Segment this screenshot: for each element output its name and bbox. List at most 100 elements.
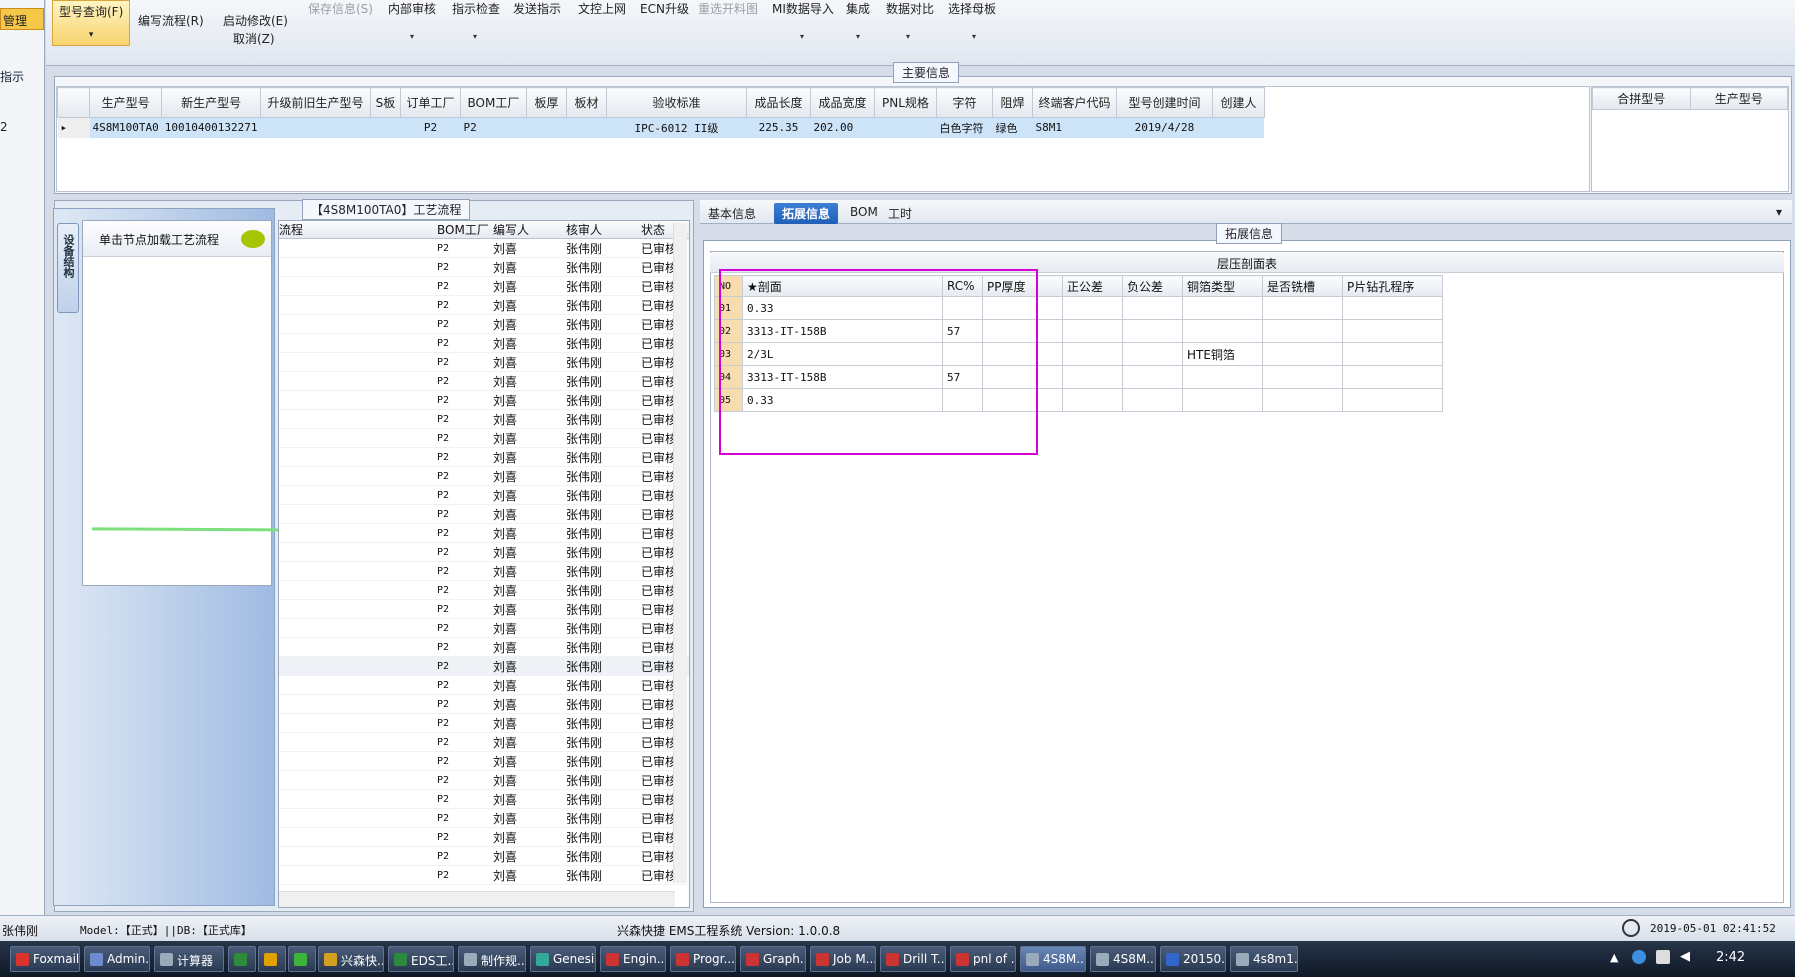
col-merge-model[interactable]: 合拼型号 <box>1592 87 1691 110</box>
lam-col-copper-type[interactable]: 铜箔类型 <box>1182 275 1263 297</box>
taskbar-item[interactable]: pnl of ... <box>950 946 1016 972</box>
lam-cell[interactable] <box>1122 365 1183 389</box>
internal-review-dropdown-icon[interactable]: ▾ <box>410 32 414 41</box>
tree-col-status[interactable]: 状态 <box>641 221 676 238</box>
tree-row[interactable]: 去毛刺P2刘喜张伟刚已审核 <box>279 809 689 828</box>
model-query-button[interactable]: 型号查询(F) ▾ <box>52 0 131 46</box>
tree-row[interactable]: 内层前处理P2刘喜张伟刚已审核 <box>279 391 689 410</box>
taskbar-item[interactable]: Job M... <box>810 946 876 972</box>
col-board-material[interactable]: 板材 <box>565 87 607 118</box>
lam-cell[interactable] <box>1182 319 1263 343</box>
instruction-check-dropdown-icon[interactable]: ▾ <box>473 32 477 41</box>
left-nav-item-instruction[interactable]: 指示 <box>0 68 24 85</box>
tree-col-reviewer[interactable]: 核审人 <box>566 221 641 238</box>
tab-work-hours[interactable]: 工时 <box>880 203 920 224</box>
col-acceptance-standard[interactable]: 验收标准 <box>605 87 747 118</box>
tree-row[interactable]: 退膜P2刘喜张伟刚已审核 <box>279 486 689 505</box>
tree-col-bom[interactable]: BOM工厂 <box>437 221 493 238</box>
tree-vertical-scrollbar[interactable] <box>673 223 687 883</box>
cell[interactable]: S8M1 <box>1032 117 1117 138</box>
mi-import-button[interactable]: MI数据导入 <box>772 0 834 17</box>
tree-row[interactable]: 棕化P2刘喜张伟刚已审核 <box>279 581 689 600</box>
col-finished-width[interactable]: 成品宽度 <box>809 87 875 118</box>
data-compare-dropdown-icon[interactable]: ▾ <box>906 32 910 41</box>
tree-row[interactable]: 开料P2刘喜张伟刚已审核 <box>279 277 689 296</box>
taskbar-item[interactable]: 4s8m1... <box>1230 946 1298 972</box>
taskbar-item[interactable]: 4S8M... <box>1090 946 1156 972</box>
cell[interactable]: 202.00 <box>810 117 875 138</box>
lam-cell[interactable] <box>1062 365 1123 389</box>
cell[interactable] <box>1212 117 1265 138</box>
col-old-production-model[interactable]: 升级前旧生产型号 <box>259 87 371 118</box>
edit-flow-button[interactable]: 编写流程(R) <box>138 12 204 29</box>
tree-col-flow[interactable]: 流程 <box>279 221 437 238</box>
taskbar-item[interactable]: 4S8M... <box>1020 946 1086 972</box>
taskbar-item[interactable]: Genesis <box>530 946 596 972</box>
lam-cell[interactable] <box>1262 365 1343 389</box>
left-nav-item-manage[interactable]: 管理 <box>0 8 44 30</box>
taskbar-clock[interactable]: 2:42 <box>1716 950 1745 965</box>
tree-row[interactable]: −钻孔P2刘喜张伟刚已审核 <box>279 733 689 752</box>
instruction-check-button[interactable]: 指示检查 <box>452 0 500 17</box>
cell[interactable] <box>260 117 371 138</box>
tree-row[interactable]: −沉铜P2刘喜张伟刚已审核 <box>279 790 689 809</box>
tree-row[interactable]: 酸性蚀刻P2刘喜张伟刚已审核 <box>279 467 689 486</box>
tree-row[interactable]: 裁切P2刘喜张伟刚已审核 <box>279 296 689 315</box>
integrate-dropdown-icon[interactable]: ▾ <box>856 32 860 41</box>
tree-row[interactable]: 磨边P2刘喜张伟刚已审核 <box>279 315 689 334</box>
lam-cell[interactable] <box>1342 365 1443 389</box>
tree-row[interactable]: 计划投料P2刘喜张伟刚已审核 <box>279 239 689 258</box>
lam-col-p-drill-program[interactable]: P片钻孔程序 <box>1342 275 1443 297</box>
col-creator[interactable]: 创建人 <box>1211 87 1265 118</box>
cell[interactable] <box>370 117 401 138</box>
tray-flag-icon[interactable] <box>1656 950 1670 964</box>
doc-online-button[interactable]: 文控上网 <box>578 0 626 17</box>
taskbar-item[interactable] <box>258 946 286 972</box>
col-board-thickness[interactable]: 板厚 <box>525 87 567 118</box>
select-master-button[interactable]: 选择母板 <box>948 0 996 17</box>
col-s-board[interactable]: S板 <box>369 87 401 118</box>
cell[interactable]: 225.35 <box>746 117 811 138</box>
taskbar-item[interactable]: Progr... <box>670 946 736 972</box>
lam-cell[interactable] <box>1342 319 1443 343</box>
tree-row[interactable]: 铣边P2刘喜张伟刚已审核 <box>279 695 689 714</box>
lam-cell[interactable] <box>1262 296 1343 320</box>
cancel-button[interactable]: 取消(Z) <box>233 30 275 47</box>
taskbar-item[interactable]: 20150... <box>1160 946 1226 972</box>
tree-row[interactable]: 压合P2刘喜张伟刚已审核 <box>279 657 689 676</box>
taskbar-item[interactable]: Graph... <box>740 946 806 972</box>
cell[interactable]: 2019/4/28 <box>1116 117 1213 138</box>
lam-cell[interactable] <box>1262 388 1343 412</box>
col-merge-production-model[interactable]: 生产型号 <box>1689 87 1788 110</box>
tree-row[interactable]: 内层AOIP2刘喜张伟刚已审核 <box>279 543 689 562</box>
lam-col-minus-tolerance[interactable]: 负公差 <box>1122 275 1183 297</box>
tree-col-writer[interactable]: 编写人 <box>493 221 566 238</box>
tree-row[interactable]: 沉铜P2刘喜张伟刚已审核 <box>279 828 689 847</box>
tree-row[interactable]: −内层图形P2刘喜张伟刚已审核 <box>279 372 689 391</box>
lam-cell[interactable] <box>1062 296 1123 320</box>
taskbar-item[interactable] <box>288 946 316 972</box>
col-finished-length[interactable]: 成品长度 <box>745 87 811 118</box>
col-production-model[interactable]: 生产型号 <box>88 87 163 118</box>
cell[interactable]: IPC-6012 II级 <box>606 117 747 138</box>
tree-row[interactable]: 铝片钻孔P2刘喜张伟刚已审核 <box>279 752 689 771</box>
lam-cell[interactable] <box>1182 388 1263 412</box>
tree-row[interactable]: 冲孔P2刘喜张伟刚已审核 <box>279 524 689 543</box>
col-new-production-model[interactable]: 新生产型号 <box>161 87 261 118</box>
comment-bubble-icon[interactable] <box>241 230 265 248</box>
save-info-button[interactable]: 保存信息(S) <box>308 0 373 17</box>
tray-network-icon[interactable] <box>1632 950 1646 964</box>
taskbar-item[interactable]: EDS工... <box>388 946 454 972</box>
tray-arrow-icon[interactable]: ▲ <box>1610 951 1618 964</box>
col-pnl-spec[interactable]: PNL规格 <box>873 87 937 118</box>
tree-row[interactable]: 预排P2刘喜张伟刚已审核 <box>279 619 689 638</box>
taskbar-item[interactable] <box>228 946 256 972</box>
tree-row[interactable]: 曝光P2刘喜张伟刚已审核 <box>279 429 689 448</box>
tree-row[interactable]: 显影P2刘喜张伟刚已审核 <box>279 448 689 467</box>
select-master-dropdown-icon[interactable]: ▾ <box>972 32 976 41</box>
tab-extended-info[interactable]: 拓展信息 <box>774 203 839 224</box>
tabs-dropdown-icon[interactable]: ▾ <box>1768 203 1790 221</box>
taskbar-item[interactable]: Admin... <box>84 946 150 972</box>
tab-basic-info[interactable]: 基本信息 <box>700 203 764 224</box>
tree-row[interactable]: 打字唛P2刘喜张伟刚已审核 <box>279 714 689 733</box>
